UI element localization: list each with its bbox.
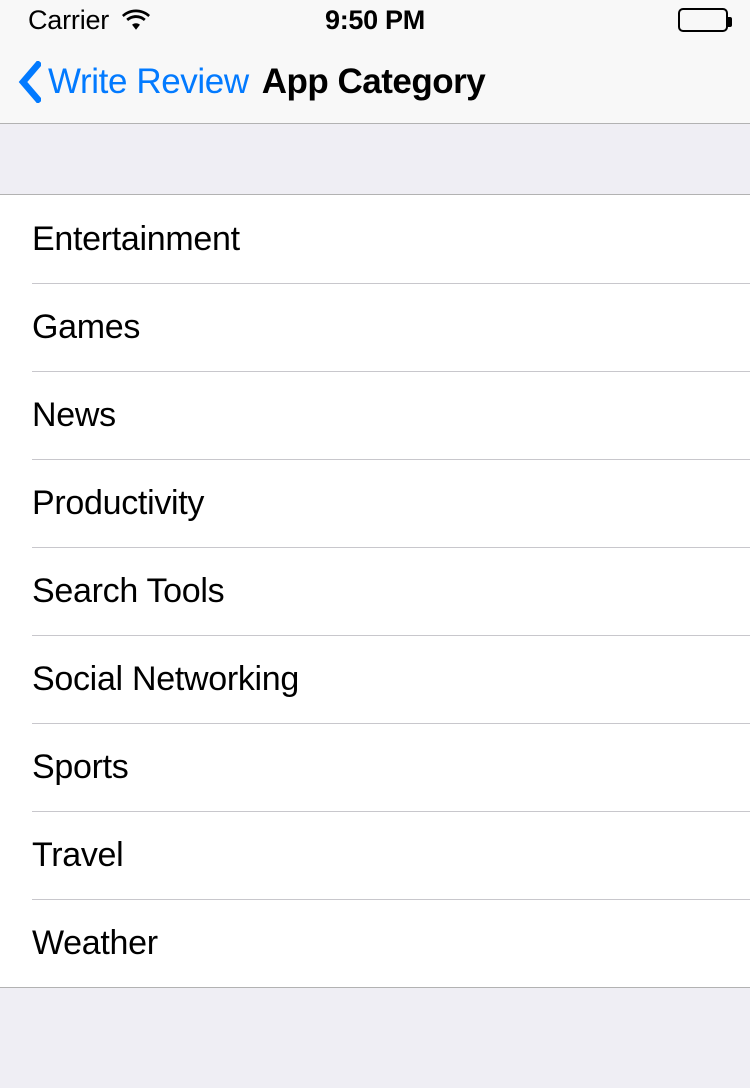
table-row[interactable]: Productivity: [0, 459, 750, 547]
back-button[interactable]: Write Review: [16, 60, 249, 104]
battery-cap: [728, 17, 732, 27]
table-row[interactable]: Travel: [0, 811, 750, 899]
table-row[interactable]: Entertainment: [0, 195, 750, 283]
status-bar-time: 9:50 PM: [325, 5, 425, 35]
status-bar: Carrier 9:50 PM: [0, 0, 750, 40]
table-row[interactable]: Social Networking: [0, 635, 750, 723]
table-row[interactable]: Weather: [0, 899, 750, 987]
chevron-left-icon: [16, 60, 42, 104]
table-row[interactable]: Games: [0, 283, 750, 371]
category-list: Entertainment Games News Productivity Se…: [0, 195, 750, 988]
status-bar-right: [678, 0, 732, 40]
row-label: Sports: [32, 748, 129, 786]
screen: Carrier 9:50 PM Write Review App Categor…: [0, 0, 750, 1088]
row-label: Games: [32, 308, 141, 346]
battery-icon: [678, 8, 732, 32]
row-label: Search Tools: [32, 572, 225, 610]
table-row[interactable]: Search Tools: [0, 547, 750, 635]
page-title: App Category: [261, 62, 486, 101]
row-label: Entertainment: [32, 220, 240, 258]
row-label: Travel: [32, 836, 124, 874]
row-label: News: [32, 396, 116, 434]
navigation-bar: Write Review App Category: [0, 40, 750, 124]
table-row[interactable]: Sports: [0, 723, 750, 811]
row-label: Productivity: [32, 484, 205, 522]
back-button-label: Write Review: [48, 62, 249, 101]
table-row[interactable]: News: [0, 371, 750, 459]
row-label: Weather: [32, 924, 158, 962]
table-section-header: [0, 124, 750, 195]
row-label: Social Networking: [32, 660, 300, 698]
